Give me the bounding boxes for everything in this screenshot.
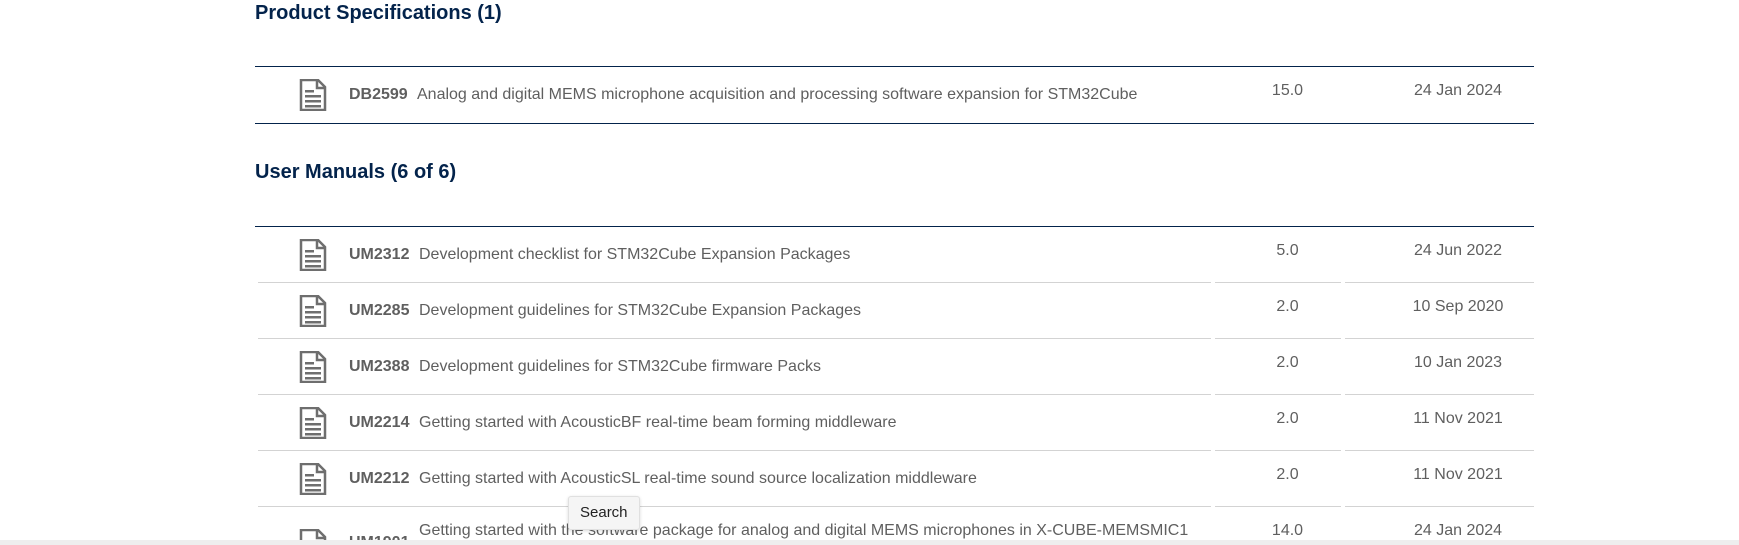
document-version: 14.0 (1271, 522, 1304, 539)
document-title-link[interactable]: Getting started with the software packag… (419, 521, 1188, 541)
document-code: UM2388 (349, 358, 410, 375)
document-version: 2.0 (1276, 354, 1299, 371)
document-version: 2.0 (1276, 298, 1299, 315)
document-icon (299, 79, 327, 111)
document-title-link[interactable]: Development checklist for STM32Cube Expa… (419, 245, 850, 265)
table-bottom-rule (255, 123, 1534, 124)
document-icon (299, 351, 327, 383)
document-date: 24 Jun 2022 (1413, 242, 1503, 259)
document-icon (299, 295, 327, 327)
search-tooltip: Search (568, 496, 640, 530)
document-icon (299, 239, 327, 271)
section-title-product-specifications: Product Specifications (1) (255, 2, 502, 24)
document-date: 11 Nov 2021 (1413, 466, 1503, 483)
document-row[interactable]: UM2214 Getting started with AcousticBF r… (258, 395, 1534, 451)
document-row[interactable]: UM2285 Development guidelines for STM32C… (258, 283, 1534, 339)
document-version: 5.0 (1276, 242, 1299, 259)
document-code: UM2285 (349, 302, 410, 319)
document-date: 24 Jan 2024 (1413, 522, 1503, 539)
document-title-link[interactable]: Development guidelines for STM32Cube fir… (419, 357, 821, 377)
viewport-bottom-edge (0, 540, 1739, 545)
document-title-link[interactable]: Getting started with AcousticSL real-tim… (419, 469, 977, 489)
document-icon (299, 407, 327, 439)
document-row[interactable]: UM2388 Development guidelines for STM32C… (258, 339, 1534, 395)
document-title-link[interactable]: Development guidelines for STM32Cube Exp… (419, 301, 861, 321)
document-code: UM2214 (349, 414, 410, 431)
document-date: 11 Nov 2021 (1413, 410, 1503, 427)
document-row[interactable]: UM2212 Getting started with AcousticSL r… (258, 451, 1534, 507)
document-row[interactable]: DB2599 Analog and digital MEMS microphon… (258, 67, 1534, 123)
document-icon (299, 463, 327, 495)
document-code: UM2212 (349, 470, 410, 487)
document-code: DB2599 (349, 86, 408, 103)
section-title-user-manuals: User Manuals (6 of 6) (255, 161, 457, 183)
document-version: 2.0 (1276, 466, 1299, 483)
document-title-link[interactable]: Analog and digital MEMS microphone acqui… (417, 85, 1137, 105)
user-manuals-section: User Manuals (6 of 6) UM2312 Development… (255, 159, 1534, 545)
page: Product Specifications (1) DB2599 Analog… (0, 0, 1739, 545)
document-row[interactable]: UM2312 Development checklist for STM32Cu… (258, 227, 1534, 283)
document-date: 10 Sep 2020 (1412, 298, 1504, 315)
product-specifications-section: Product Specifications (1) DB2599 Analog… (255, 0, 1534, 125)
document-code: UM2312 (349, 246, 410, 263)
document-version: 15.0 (1271, 82, 1304, 99)
document-version: 2.0 (1276, 410, 1299, 427)
document-title-link[interactable]: Getting started with AcousticBF real-tim… (419, 413, 897, 433)
document-date: 24 Jan 2024 (1413, 82, 1503, 99)
document-date: 10 Jan 2023 (1413, 354, 1503, 371)
